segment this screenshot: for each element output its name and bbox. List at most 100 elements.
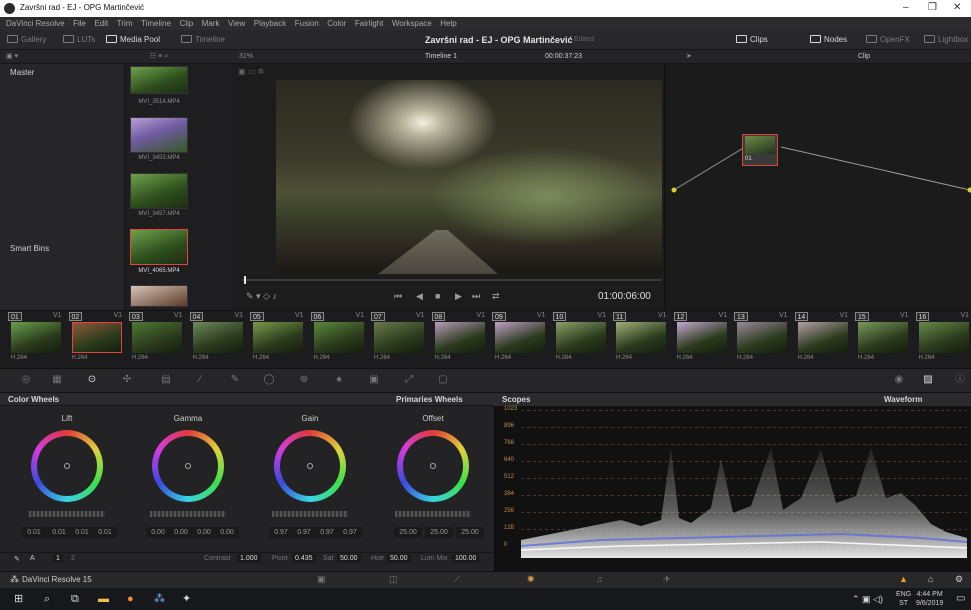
timeline-name[interactable]: Timeline 1 [425,50,457,64]
info-icon[interactable]: ⓘ [954,375,966,385]
timeline-clip-thumb[interactable] [313,322,364,353]
curves-icon[interactable]: ⁄ [194,375,206,385]
gamma-master-slider[interactable] [150,511,226,517]
offset-b-value[interactable]: 25.00 [456,527,484,538]
clip-mode[interactable]: Clip [858,50,870,64]
page-media-icon[interactable]: ▣ [317,571,326,588]
app-taskbar-icon[interactable]: ✦ [182,588,191,610]
play-icon[interactable]: ▶ [455,291,462,302]
gamma-r-value[interactable]: 0.00 [169,527,193,538]
menu-davinci-resolve[interactable]: DaVinci Resolve [6,17,65,30]
offset-wheel[interactable] [397,430,469,502]
lift-master-slider[interactable] [29,511,105,517]
key-icon[interactable]: ▣ [368,375,380,385]
resolve-taskbar-icon[interactable]: ⁂ [154,588,165,610]
offset-g-value[interactable]: 25.00 [425,527,453,538]
stop-icon[interactable]: ■ [435,291,440,301]
timeline-button[interactable]: Timeline [181,30,225,50]
adjust-icon[interactable]: ✎ [14,555,20,563]
camera-raw-icon[interactable]: ◎ [20,375,32,385]
lift-y-value[interactable]: 0.01 [22,527,46,538]
pointer-icon[interactable]: ➤ [686,50,692,64]
page-color-icon[interactable]: ✺ [527,571,535,588]
gallery-button[interactable]: Gallery [7,30,46,50]
timeline-clip-thumb[interactable] [676,322,727,353]
menu-workspace[interactable]: Workspace [392,17,432,30]
timeline-clip-thumb[interactable] [434,322,485,353]
sizing-icon[interactable]: ⤢ [403,375,415,385]
openfx-button[interactable]: OpenFX [866,30,910,50]
menu-fusion[interactable]: Fusion [295,17,319,30]
pivot-value[interactable]: 0.435 [292,554,316,563]
maximize-button[interactable]: ❐ [928,2,937,13]
clock[interactable]: 4:44 PM 9/6/2019 [916,590,943,608]
menu-mark[interactable]: Mark [202,17,220,30]
timeline-clip-thumb[interactable] [253,322,303,353]
luts-button[interactable]: LUTs [63,30,95,50]
page-fusion-icon[interactable]: ⟋ [454,571,460,588]
node-editor[interactable] [664,64,971,310]
lightbox-button[interactable]: Lightbox [924,30,968,50]
bin-smart-bins[interactable]: Smart Bins [10,244,49,253]
auto-balance-icon[interactable]: A [30,555,35,562]
media-clip-thumb[interactable] [130,285,188,307]
pen-tool-icon[interactable]: ✎ ▾ ◇ ♪ [246,291,277,302]
clips-button[interactable]: Clips [736,30,768,50]
menu-view[interactable]: View [228,17,245,30]
page-fairlight-icon[interactable]: ♫ [596,571,603,588]
language-indicator[interactable]: ENG ST [896,590,911,608]
color-match-icon[interactable]: ▦ [51,375,63,385]
timeline-clip-thumb[interactable] [737,322,787,353]
firefox-icon[interactable]: ● [127,588,134,610]
go-to-start-icon[interactable]: ⏮ [394,291,402,302]
motion-effects-icon[interactable]: ▤ [160,375,172,385]
media-clip-thumb-selected[interactable] [130,229,188,265]
go-to-end-icon[interactable]: ⏭ [472,291,480,302]
loop-icon[interactable]: ⇄ [492,291,500,302]
menu-edit[interactable]: Edit [94,17,108,30]
timeline-clip-thumb[interactable] [11,322,61,353]
notifications-icon[interactable]: ▭ [956,588,965,610]
lum-mix-value[interactable]: 100.00 [452,554,480,563]
timeline-clip-thumb[interactable] [374,322,424,353]
minimize-button[interactable]: – [903,2,909,13]
gain-b-value[interactable]: 0.97 [338,527,362,538]
media-clip-thumb[interactable] [130,173,188,209]
scopes-toggle-icon[interactable]: ▨ [922,375,934,385]
window-icon[interactable]: ◯ [263,375,275,385]
menu-fairlight[interactable]: Fairlight [355,17,383,30]
menu-timeline[interactable]: Timeline [141,17,171,30]
wheels-mode-select[interactable]: Primaries Wheels [396,393,463,406]
color-wheels-icon[interactable]: ⊙ [86,375,98,385]
menu-playback[interactable]: Playback [254,17,286,30]
hue-value[interactable]: 50.00 [387,554,411,563]
menu-file[interactable]: File [73,17,86,30]
viewer-options-icon[interactable]: ▣ ▭ ✲ [238,67,264,76]
media-clip-thumb[interactable] [130,117,188,153]
menu-help[interactable]: Help [440,17,456,30]
gamma-b-value[interactable]: 0.00 [215,527,239,538]
contrast-value[interactable]: 1.000 [237,554,261,563]
timeline-clip-thumb[interactable] [132,322,182,353]
page-1-button[interactable]: 1 [53,554,63,563]
stereo-icon[interactable]: ◉ [893,375,905,385]
gain-y-value[interactable]: 0.97 [269,527,293,538]
zoom-level[interactable]: 31% [239,50,253,64]
list-view-icon[interactable]: ☷ ≡ ⌕ [150,50,168,64]
close-button[interactable]: ✕ [953,2,961,13]
layout-icon[interactable]: ▣ ▾ [6,50,18,64]
blur-icon[interactable]: ♠ [333,375,345,385]
timeline-clip-thumb[interactable] [71,322,122,353]
tracker-icon[interactable]: ⊕ [298,375,310,385]
settings-icon[interactable]: ⚙ [955,571,963,588]
gain-master-slider[interactable] [272,511,348,517]
page-2-button[interactable]: 2 [71,555,75,562]
menu-color[interactable]: Color [327,17,346,30]
playhead[interactable] [244,276,246,284]
home-icon[interactable]: ⌂ [928,571,933,588]
warning-icon[interactable]: ▲ [899,571,908,588]
lift-r-value[interactable]: 0.01 [47,527,71,538]
nodes-button[interactable]: Nodes [810,30,847,50]
timeline-clip-thumb[interactable] [495,322,545,353]
source-timecode[interactable]: 00:00:37:23 [545,50,582,64]
